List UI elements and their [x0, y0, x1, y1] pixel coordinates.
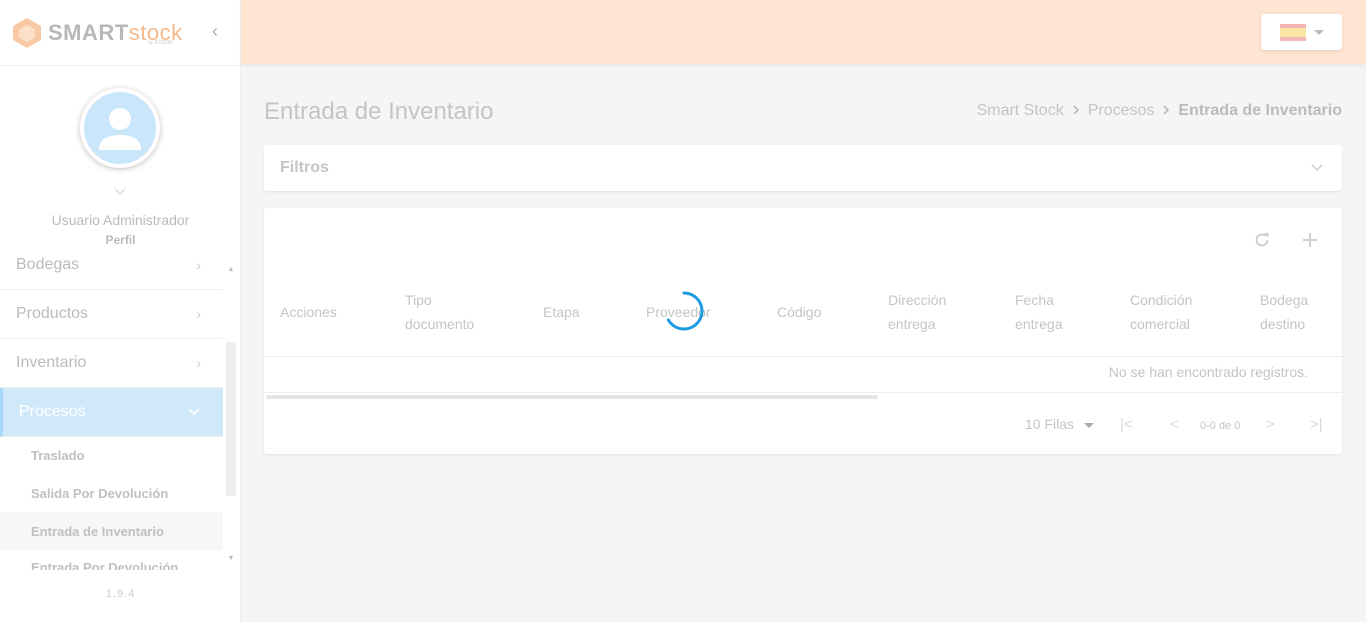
sidebar-item-label: Productos: [16, 305, 89, 322]
column-header-line1: Condición: [1130, 292, 1193, 308]
filters-panel[interactable]: Filtros: [264, 145, 1342, 191]
sidebar-item-bodegas[interactable]: Bodegas ›: [0, 250, 223, 290]
column-header-line1: Acciones: [280, 304, 337, 320]
collapse-sidebar-icon[interactable]: ‹: [206, 22, 224, 40]
sidebar-subitem-salida-devolucion[interactable]: Salida Por Devolución: [0, 474, 223, 512]
column-header[interactable]: Tipo documento: [405, 288, 474, 336]
sidebar-item-label: Inventario: [16, 354, 87, 371]
profile-section: Usuario Administrador Perfil: [0, 66, 240, 249]
add-icon[interactable]: [1300, 230, 1320, 250]
breadcrumb: Smart Stock Procesos Entrada de Inventar…: [977, 102, 1342, 120]
previous-page-icon[interactable]: <: [1170, 416, 1179, 433]
column-header[interactable]: Etapa: [543, 300, 580, 324]
chevron-right-icon: ›: [196, 355, 201, 371]
column-header-line1: Dirección: [888, 292, 947, 308]
avatar[interactable]: [80, 88, 160, 168]
scroll-thumb[interactable]: [226, 342, 236, 496]
column-header-line1: Fecha: [1015, 292, 1054, 308]
column-header[interactable]: Código: [777, 300, 821, 324]
empty-message: No se han encontrado registros.: [1108, 364, 1308, 380]
column-header-line2: entrega: [888, 316, 936, 332]
chevron-right-icon: ›: [196, 257, 201, 273]
sidebar-item-label: Procesos: [19, 403, 86, 420]
sidebar-subitem-entrada-devolucion[interactable]: Entrada Por Devolución: [0, 548, 223, 571]
chevron-right-icon: [1072, 103, 1080, 119]
column-header[interactable]: Fecha entrega: [1015, 288, 1062, 336]
chevron-right-icon: ›: [196, 306, 201, 322]
data-table-card: Acciones Tipo documento Etapa Proveedor C…: [264, 208, 1342, 454]
caret-down-icon: [1084, 422, 1095, 428]
column-header-line2: comercial: [1130, 316, 1190, 332]
language-selector[interactable]: [1261, 14, 1342, 50]
first-page-icon[interactable]: |<: [1120, 416, 1133, 433]
breadcrumb-item[interactable]: Smart Stock: [977, 102, 1064, 120]
scroll-up-icon[interactable]: ▲: [227, 266, 235, 273]
breadcrumb-item[interactable]: Procesos: [1088, 102, 1155, 120]
sidebar-nav: Bodegas › Productos › Inventario › Proce…: [0, 250, 223, 570]
sidebar-scrollbar[interactable]: ▲ ▼: [225, 262, 237, 568]
pagination-bar: 10 Filas |< < 0-0 de 0 > >|: [264, 392, 1342, 454]
app-version: 1.9.4: [105, 588, 136, 600]
sidebar-item-procesos[interactable]: Procesos: [0, 388, 223, 437]
filters-label: Filtros: [280, 159, 329, 176]
brand-name-part1: SMART: [48, 19, 129, 45]
profile-chevron-down-icon[interactable]: [112, 186, 128, 198]
rows-per-page-label: 10 Filas: [1025, 416, 1075, 432]
sidebar-subitem-traslado[interactable]: Traslado: [0, 436, 223, 474]
brand: SMARTstock by ECOOP ‹: [0, 0, 240, 66]
rows-per-page-select[interactable]: 10 Filas: [1025, 416, 1095, 432]
sidebar-subitem-entrada-inventario[interactable]: Entrada de Inventario: [0, 512, 223, 550]
top-header: [241, 0, 1366, 64]
refresh-icon[interactable]: [1252, 230, 1272, 250]
chevron-down-icon[interactable]: [1310, 160, 1324, 176]
breadcrumb-current: Entrada de Inventario: [1178, 102, 1342, 119]
sidebar: SMARTstock by ECOOP ‹ Usuario Administra…: [0, 0, 241, 622]
column-header-line1: Código: [777, 304, 822, 320]
profile-link[interactable]: Perfil: [0, 233, 241, 247]
sidebar-item-productos[interactable]: Productos ›: [0, 290, 223, 339]
page-title: Entrada de Inventario: [264, 98, 494, 125]
sidebar-item-inventario[interactable]: Inventario ›: [0, 339, 223, 388]
table-header: Acciones Tipo documento Etapa Proveedor C…: [264, 280, 1342, 357]
chevron-down-icon: [187, 404, 201, 420]
chevron-right-icon: [1162, 103, 1170, 119]
column-header-line2: destino: [1260, 316, 1306, 332]
column-header[interactable]: Acciones: [280, 300, 337, 324]
sidebar-item-label: Bodegas: [16, 256, 80, 273]
page-range: 0-0 de 0: [1200, 420, 1241, 432]
scroll-down-icon[interactable]: ▼: [227, 555, 235, 562]
logo-icon: [10, 16, 44, 50]
profile-name: Usuario Administrador: [51, 212, 190, 228]
last-page-icon[interactable]: >|: [1310, 416, 1323, 433]
column-header-line2: documento: [405, 316, 475, 332]
spain-flag-icon: [1279, 23, 1306, 41]
next-page-icon[interactable]: >: [1266, 416, 1275, 433]
column-header-line1: Bodega: [1260, 292, 1309, 308]
column-header-line1: Tipo: [405, 292, 432, 308]
column-header[interactable]: Condición comercial: [1130, 288, 1192, 336]
caret-down-icon: [1313, 29, 1324, 35]
loading-spinner-icon: [664, 291, 704, 331]
column-header-line1: Etapa: [543, 304, 580, 320]
brand-subtitle: by ECOOP: [148, 40, 173, 46]
column-header-line2: entrega: [1015, 316, 1063, 332]
horizontal-scrollbar[interactable]: [266, 395, 878, 399]
column-header[interactable]: Dirección entrega: [888, 288, 946, 336]
column-header[interactable]: Bodega destino: [1260, 288, 1308, 336]
